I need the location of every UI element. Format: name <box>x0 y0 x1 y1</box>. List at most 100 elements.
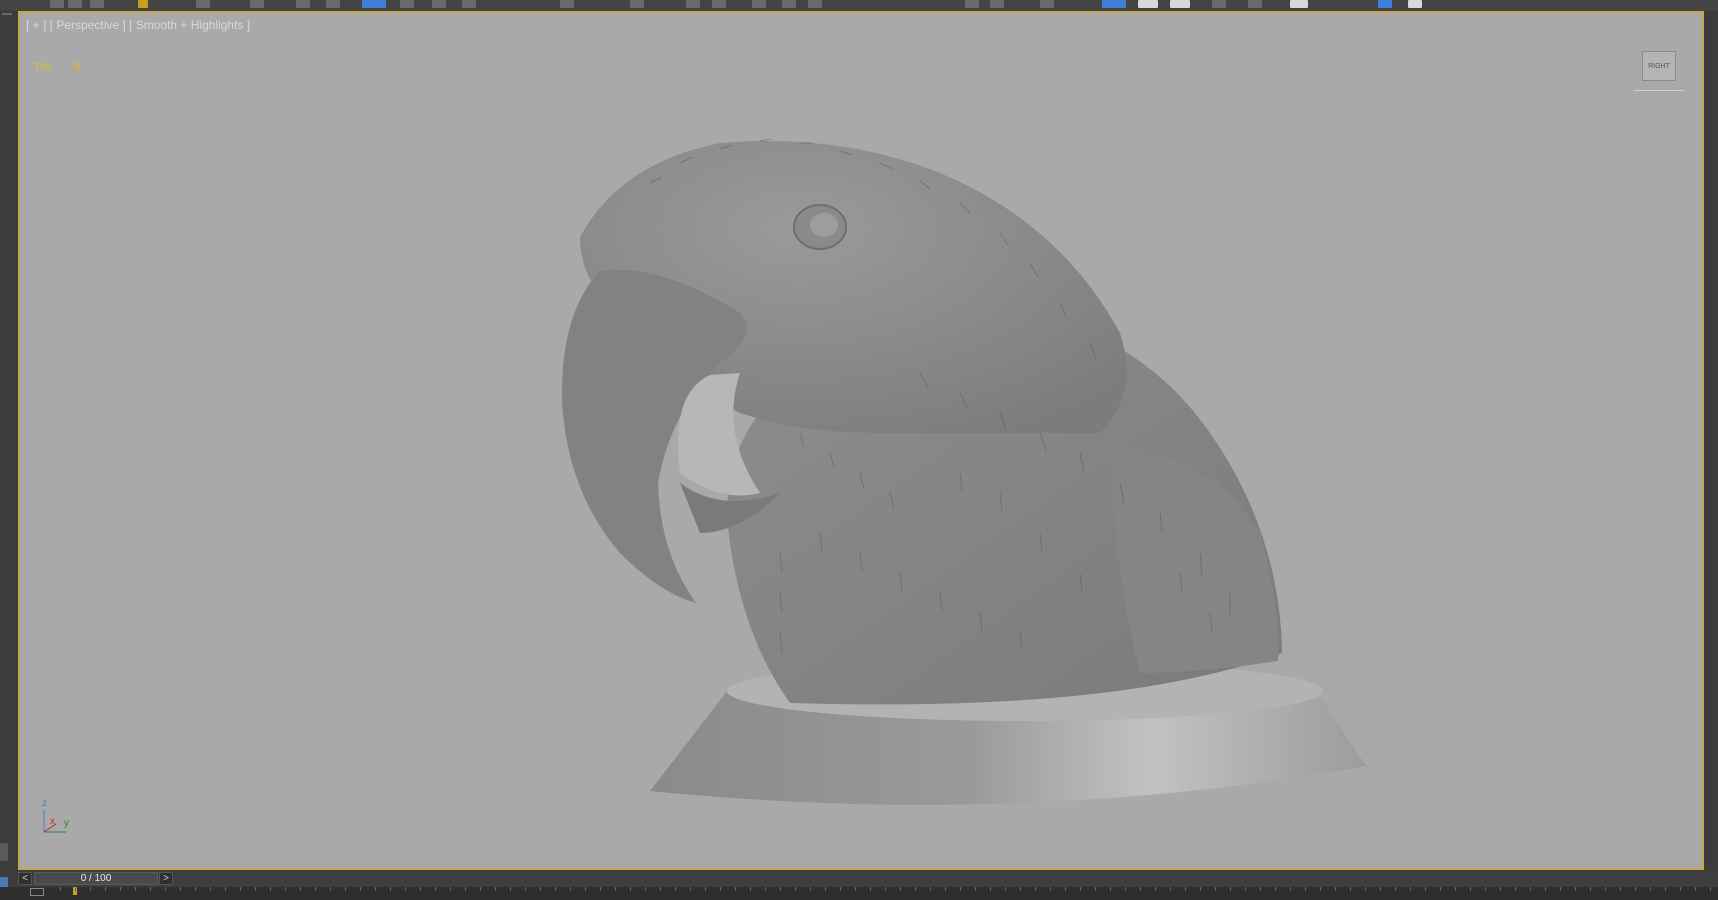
side-toggle-button[interactable] <box>0 843 8 861</box>
track-bar-tick <box>1080 887 1081 891</box>
pivot-center-icon[interactable] <box>560 0 574 8</box>
track-bar-tick <box>405 887 406 891</box>
track-bar-tick <box>915 887 916 891</box>
track-bar-tick <box>315 887 316 891</box>
main-toolbar <box>0 0 1718 11</box>
time-slider[interactable]: < 0 / 100 > <box>18 870 1718 887</box>
track-bar-tick <box>1380 887 1381 891</box>
prev-frame-button[interactable]: < <box>18 872 32 885</box>
track-bar-tick <box>210 887 211 891</box>
track-bar-tick <box>1215 887 1216 891</box>
track-bar-tick <box>1245 887 1246 891</box>
next-frame-button[interactable]: > <box>159 872 173 885</box>
track-bar-tick <box>1230 887 1231 891</box>
manipulate-icon[interactable] <box>630 0 644 8</box>
track-bar-tick <box>1110 887 1111 891</box>
track-bar-tick <box>1530 887 1531 891</box>
select-and-scale-icon[interactable] <box>432 0 446 8</box>
track-bar-tick <box>885 887 886 891</box>
perspective-viewport[interactable]: [ + ] [ Perspective ] [ Smooth + Highlig… <box>18 11 1704 870</box>
reference-coordinate-icon[interactable] <box>462 0 476 8</box>
track-bar-tick <box>675 887 676 891</box>
track-bar-tick <box>1200 887 1201 891</box>
render-iterative-icon[interactable] <box>1408 0 1422 8</box>
track-bar-tick <box>420 887 421 891</box>
select-and-rotate-icon[interactable] <box>400 0 414 8</box>
track-bar-tick <box>1485 887 1486 891</box>
track-bar-tick <box>270 887 271 891</box>
track-bar-tick <box>1290 887 1291 891</box>
track-bar-tick <box>150 887 151 891</box>
select-by-name-icon[interactable] <box>250 0 264 8</box>
track-bar-tick <box>195 887 196 891</box>
track-bar-tick <box>1125 887 1126 891</box>
render-production-icon[interactable] <box>1378 0 1392 8</box>
bind-space-warp-icon[interactable] <box>138 0 148 8</box>
track-bar-tick <box>240 887 241 891</box>
track-bar-tick <box>1275 887 1276 891</box>
parrot-bust-model[interactable] <box>20 13 1702 868</box>
track-bar-tick <box>1620 887 1621 891</box>
select-and-move-icon[interactable] <box>362 0 386 8</box>
track-bar[interactable] <box>0 887 1718 900</box>
curve-editor-icon[interactable] <box>1138 0 1158 8</box>
track-bar-tick <box>1425 887 1426 891</box>
track-bar-tick <box>840 887 841 891</box>
track-bar-tick <box>360 887 361 891</box>
percent-snap-icon[interactable] <box>752 0 766 8</box>
track-bar-tick <box>120 887 121 891</box>
track-bar-tick <box>1560 887 1561 891</box>
track-bar-tick <box>90 887 91 891</box>
track-bar-tick <box>1455 887 1456 891</box>
layer-manager-icon[interactable] <box>1040 0 1054 8</box>
schematic-view-icon[interactable] <box>1170 0 1190 8</box>
track-bar-tick <box>825 887 826 891</box>
track-bar-tick <box>855 887 856 891</box>
track-bar-tick <box>165 887 166 891</box>
mirror-icon[interactable] <box>965 0 979 8</box>
track-bar-tick <box>645 887 646 891</box>
spinner-snap-icon[interactable] <box>782 0 796 8</box>
edit-named-selection-icon[interactable] <box>808 0 822 8</box>
track-bar-toggle-icon[interactable] <box>30 888 44 896</box>
frame-indicator[interactable]: 0 / 100 <box>34 872 158 885</box>
track-bar-tick <box>960 887 961 891</box>
track-bar-tick <box>570 887 571 891</box>
track-bar-tick <box>285 887 286 891</box>
angle-snap-icon[interactable] <box>712 0 726 8</box>
select-filter-icon[interactable] <box>196 0 210 8</box>
graphite-ribbon-icon[interactable] <box>1102 0 1126 8</box>
track-bar-tick <box>690 887 691 891</box>
track-bar-tick <box>1410 887 1411 891</box>
track-bar-tick <box>1605 887 1606 891</box>
link-icon[interactable] <box>90 0 104 8</box>
track-bar-tick <box>735 887 736 891</box>
track-bar-tick <box>1065 887 1066 891</box>
track-bar-tick <box>555 887 556 891</box>
track-bar-tick <box>330 887 331 891</box>
track-bar-tick <box>1590 887 1591 891</box>
redo-icon[interactable] <box>68 0 82 8</box>
snaps-toggle-icon[interactable] <box>686 0 700 8</box>
track-bar-tick <box>930 887 931 891</box>
track-bar-tick <box>900 887 901 891</box>
track-bar-tick <box>450 887 451 891</box>
align-icon[interactable] <box>990 0 1004 8</box>
track-bar-tick <box>780 887 781 891</box>
window-crossing-icon[interactable] <box>326 0 340 8</box>
track-bar-tick <box>720 887 721 891</box>
track-bar-tick <box>540 887 541 891</box>
region-select-icon[interactable] <box>296 0 310 8</box>
track-bar-tick <box>1515 887 1516 891</box>
track-bar-tick <box>495 887 496 891</box>
material-editor-icon[interactable] <box>1212 0 1226 8</box>
track-bar-tick <box>660 887 661 891</box>
rendered-frame-window-icon[interactable] <box>1290 0 1308 8</box>
render-setup-icon[interactable] <box>1248 0 1262 8</box>
track-bar-tick <box>105 887 106 891</box>
track-bar-tick <box>990 887 991 891</box>
undo-icon[interactable] <box>50 0 64 8</box>
track-bar-tick <box>1260 887 1261 891</box>
track-bar-tick <box>60 887 61 891</box>
track-bar-tick <box>1575 887 1576 891</box>
